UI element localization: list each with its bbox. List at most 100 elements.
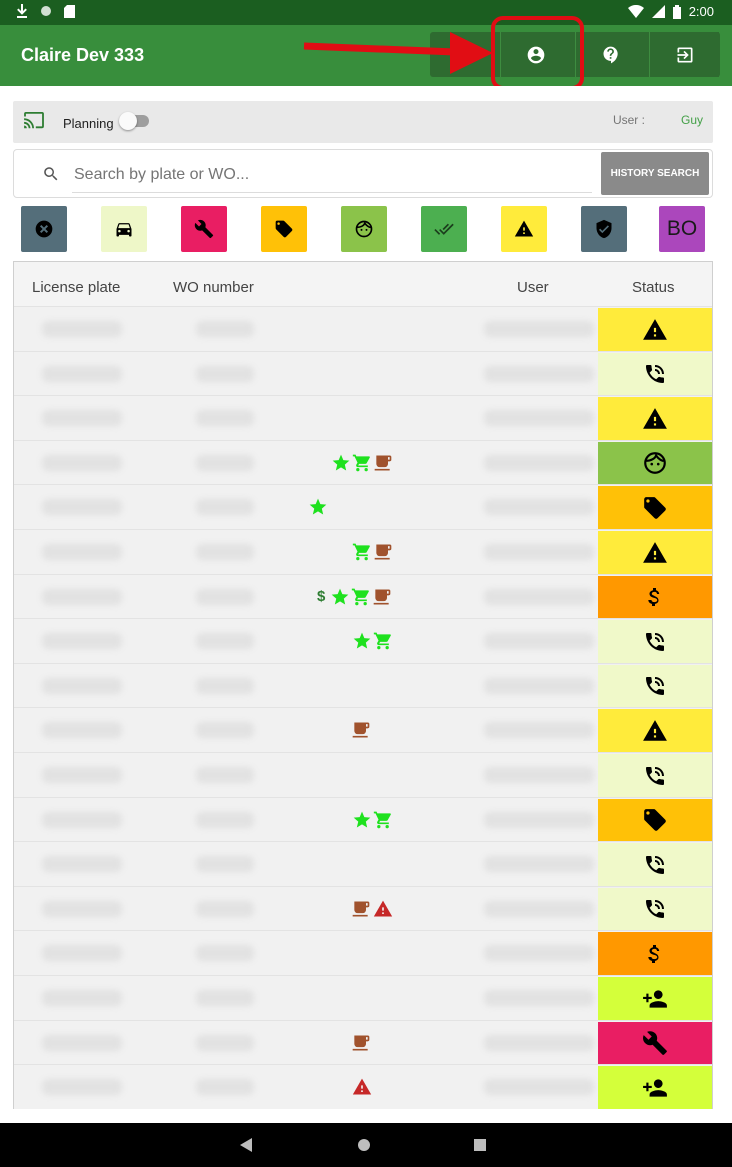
status-cell[interactable]	[598, 887, 712, 931]
table-row[interactable]	[14, 1019, 712, 1065]
wo-cell-redacted	[196, 321, 254, 337]
status-cell[interactable]	[598, 352, 712, 396]
table-row[interactable]	[14, 395, 712, 441]
phone-icon	[643, 630, 667, 654]
table-row[interactable]	[14, 484, 712, 530]
status-cell[interactable]	[598, 1066, 712, 1109]
status-cell[interactable]	[598, 486, 712, 530]
plate-cell-redacted	[42, 990, 122, 1006]
planning-bar: Planning User : Guy	[13, 101, 713, 143]
exit-icon	[677, 47, 692, 62]
plate-cell-redacted	[42, 499, 122, 516]
row-indicator-icons	[351, 720, 371, 740]
row-indicator-icons	[331, 453, 393, 473]
cast-icon[interactable]	[23, 112, 45, 130]
search-input[interactable]	[74, 166, 584, 184]
table-row[interactable]	[14, 1064, 712, 1109]
face-icon	[642, 450, 668, 476]
help-button[interactable]	[575, 32, 645, 77]
table-row[interactable]	[14, 529, 712, 574]
warning-icon	[642, 718, 668, 744]
filter-tag-button[interactable]	[261, 206, 307, 252]
filter-cancel-button[interactable]	[21, 206, 67, 252]
table-row[interactable]	[14, 707, 712, 753]
filter-shield-button[interactable]	[581, 206, 627, 252]
status-cell[interactable]	[598, 798, 712, 842]
table-row[interactable]: $	[14, 573, 712, 619]
filter-bo-button[interactable]: BO	[659, 206, 705, 252]
logout-button[interactable]	[649, 32, 719, 77]
warning-icon	[514, 220, 534, 237]
status-cell[interactable]	[598, 664, 712, 708]
table-row[interactable]	[14, 975, 712, 1020]
annotation-arrow	[303, 32, 493, 74]
planning-toggle[interactable]	[119, 112, 149, 130]
status-cell[interactable]	[598, 754, 712, 797]
row-indicator-icons	[351, 899, 394, 919]
plate-cell-redacted	[42, 900, 122, 917]
table-row[interactable]	[14, 752, 712, 797]
table-row[interactable]	[14, 885, 712, 931]
plate-cell-redacted	[42, 811, 122, 828]
wo-cell-redacted	[196, 1079, 254, 1096]
filter-done-all-button[interactable]	[421, 206, 467, 252]
wo-cell-redacted	[196, 722, 254, 739]
plate-cell-redacted	[42, 410, 122, 427]
status-cell[interactable]	[598, 575, 712, 619]
table-row[interactable]	[14, 662, 712, 708]
star-icon	[330, 587, 350, 607]
history-search-button[interactable]: HISTORY SEARCH	[601, 152, 709, 195]
status-cell[interactable]	[598, 441, 712, 485]
table-row[interactable]	[14, 841, 712, 887]
table-row[interactable]	[14, 350, 712, 396]
user-cell-redacted	[484, 677, 594, 694]
user-cell-redacted	[484, 454, 594, 471]
plate-cell-redacted	[42, 1034, 122, 1051]
table-row[interactable]	[14, 796, 712, 842]
wo-cell-redacted	[196, 1034, 254, 1051]
planning-label: Planning	[63, 116, 114, 131]
status-cell[interactable]	[598, 308, 712, 351]
coffee-icon	[351, 1033, 371, 1053]
cart-icon	[373, 631, 393, 651]
header-wo-number: WO number	[173, 279, 254, 296]
row-indicator-icons	[308, 497, 328, 517]
status-cell[interactable]	[598, 620, 712, 664]
status-cell[interactable]	[598, 397, 712, 441]
table-row[interactable]	[14, 439, 712, 485]
status-cell[interactable]	[598, 932, 712, 976]
phone-icon	[643, 764, 667, 788]
plate-cell-redacted	[42, 454, 122, 471]
row-indicator-icons	[352, 542, 393, 562]
warning-icon	[642, 540, 668, 566]
back-icon[interactable]	[240, 1138, 252, 1152]
shield-icon	[596, 219, 612, 239]
row-indicator-icons	[351, 1077, 373, 1097]
user-cell-redacted	[484, 900, 594, 917]
wo-cell-redacted	[196, 990, 254, 1006]
filter-warning-button[interactable]	[501, 206, 547, 252]
phone-icon	[643, 897, 667, 921]
status-cell[interactable]	[598, 1021, 712, 1065]
row-indicator-icons	[351, 1033, 371, 1053]
user-cell-redacted	[484, 633, 594, 650]
table-row[interactable]	[14, 930, 712, 976]
status-cell[interactable]	[598, 531, 712, 574]
tag-icon	[275, 220, 293, 238]
status-cell[interactable]	[598, 843, 712, 887]
status-cell[interactable]	[598, 709, 712, 753]
tag-icon	[642, 495, 668, 521]
table-row[interactable]	[14, 618, 712, 664]
wo-cell-redacted	[196, 544, 254, 560]
warning-icon	[642, 317, 668, 343]
wo-cell-redacted	[196, 365, 254, 382]
phone-icon	[643, 674, 667, 698]
home-icon[interactable]	[357, 1138, 371, 1152]
filter-wrench-button[interactable]	[181, 206, 227, 252]
table-row[interactable]	[14, 306, 712, 351]
wrench-icon	[642, 1030, 668, 1056]
status-cell[interactable]	[598, 977, 712, 1020]
recents-icon[interactable]	[474, 1139, 486, 1151]
filter-car-button[interactable]	[101, 206, 147, 252]
filter-face-button[interactable]	[341, 206, 387, 252]
